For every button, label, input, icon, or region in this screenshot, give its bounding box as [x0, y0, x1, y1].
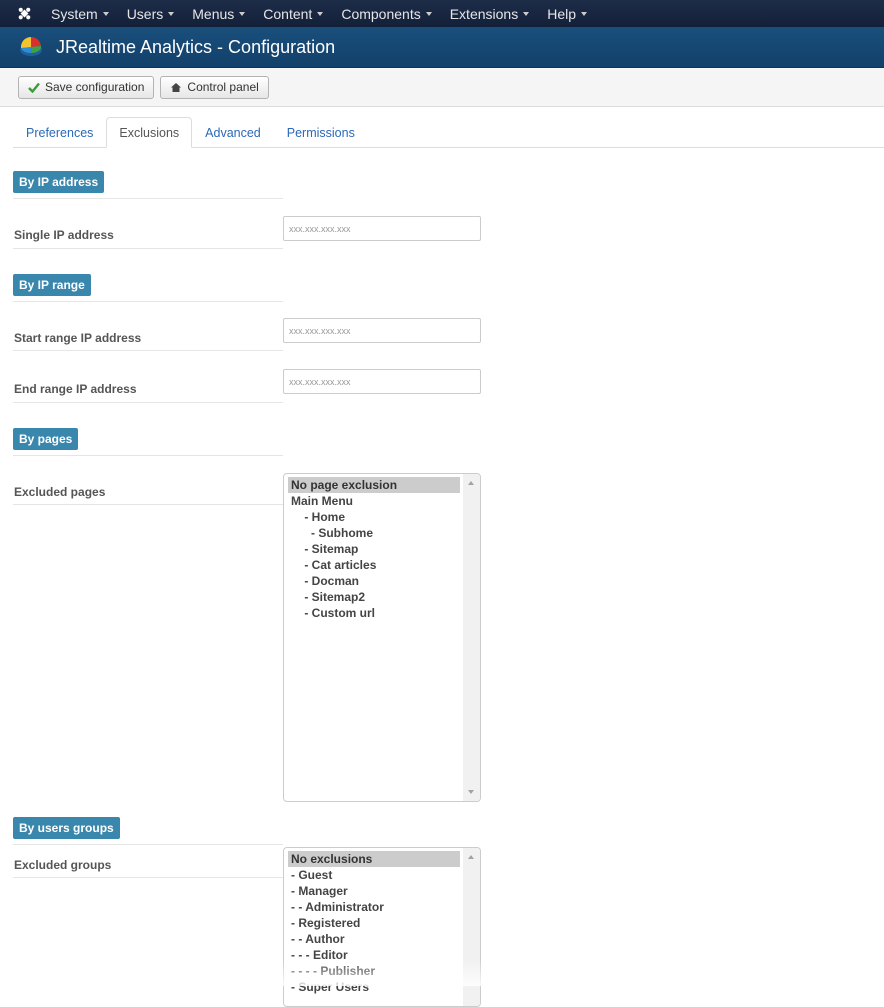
group-option[interactable]: - - - - Publisher — [288, 963, 460, 979]
start-range-input[interactable]: xxx.xxx.xxx.xxx — [283, 318, 481, 343]
input-placeholder: xxx.xxx.xxx.xxx — [289, 223, 351, 234]
single-ip-input[interactable]: xxx.xxx.xxx.xxx — [283, 216, 481, 241]
group-option[interactable]: - - Administrator — [288, 899, 460, 915]
groups-options: No exclusions - Guest - Manager - - Adminis… — [288, 851, 460, 995]
menu-users[interactable]: Users — [118, 0, 184, 27]
input-placeholder: xxx.xxx.xxx.xxx — [289, 325, 351, 336]
divider — [13, 301, 283, 302]
divider — [13, 504, 283, 505]
control-panel-button[interactable]: Control panel — [160, 75, 269, 99]
section-heading: By pages — [13, 428, 79, 450]
group-option[interactable]: - - - Editor — [288, 947, 460, 963]
toolbar: Save configuration Control panel — [0, 68, 884, 107]
page-option[interactable]: - Custom url — [288, 605, 460, 621]
input-placeholder: xxx.xxx.xxx.xxx — [289, 376, 351, 387]
save-configuration-button[interactable]: Save configuration — [18, 75, 155, 99]
page-header: JRealtime Analytics - Configuration — [0, 27, 884, 68]
caret-down-icon — [425, 11, 432, 16]
caret-down-icon — [168, 11, 175, 16]
scroll-up-icon[interactable] — [468, 855, 474, 859]
scroll-down-icon[interactable] — [468, 790, 474, 794]
tab-advanced[interactable]: Advanced — [192, 117, 274, 148]
button-label: Control panel — [187, 80, 259, 94]
config-tabs: Preferences Exclusions Advanced Permissi… — [13, 107, 884, 148]
section-heading: By IP range — [13, 274, 91, 296]
menu-content[interactable]: Content — [254, 0, 332, 27]
group-option[interactable]: - Manager — [288, 883, 460, 899]
section-pages: By pages — [13, 428, 79, 450]
section-ip-address: By IP address — [13, 171, 105, 193]
home-icon — [170, 82, 182, 93]
page-option[interactable]: - Subhome — [288, 525, 460, 541]
group-option[interactable]: - Guest — [288, 867, 460, 883]
menu-label: Help — [547, 5, 576, 22]
section-heading: By IP address — [13, 171, 105, 193]
menu-extensions[interactable]: Extensions — [441, 0, 538, 27]
listbox-scrollbar[interactable] — [463, 848, 480, 1006]
top-navbar: System Users Menus Content Components Ex… — [0, 0, 884, 27]
excluded-groups-label: Excluded groups — [14, 858, 112, 872]
menu-label: Components — [341, 5, 421, 22]
group-option[interactable]: No exclusions — [288, 851, 460, 867]
page-option[interactable]: - Home — [288, 509, 460, 525]
group-option[interactable]: - - Author — [288, 931, 460, 947]
menu-components[interactable]: Components — [332, 0, 440, 27]
start-range-label: Start range IP address — [14, 331, 142, 345]
menu-label: Content — [263, 5, 313, 22]
menu-label: System — [51, 5, 98, 22]
caret-down-icon — [239, 11, 246, 16]
caret-down-icon — [581, 11, 587, 16]
end-range-label: End range IP address — [14, 382, 137, 396]
analytics-pie-icon — [18, 33, 46, 61]
excluded-groups-select[interactable]: No exclusions - Guest - Manager - - Adminis… — [283, 847, 481, 1007]
joomla-logo-icon[interactable] — [11, 0, 38, 27]
tab-preferences[interactable]: Preferences — [13, 117, 106, 148]
excluded-pages-label: Excluded pages — [14, 485, 106, 499]
page-option[interactable]: - Sitemap2 — [288, 589, 460, 605]
caret-down-icon — [523, 11, 530, 16]
page-option[interactable]: - Cat articles — [288, 557, 460, 573]
single-ip-label: Single IP address — [14, 228, 114, 242]
divider — [13, 248, 283, 249]
end-range-input[interactable]: xxx.xxx.xxx.xxx — [283, 369, 481, 394]
scroll-up-icon[interactable] — [468, 481, 474, 485]
group-option[interactable]: - Super Users — [288, 979, 460, 995]
listbox-scrollbar[interactable] — [463, 474, 480, 801]
page-option[interactable]: - Docman — [288, 573, 460, 589]
menu-help[interactable]: Help — [538, 0, 596, 27]
page-title: JRealtime Analytics - Configuration — [56, 36, 336, 57]
menu-system[interactable]: System — [42, 0, 118, 27]
menu-label: Menus — [192, 5, 235, 22]
tab-permissions[interactable]: Permissions — [274, 117, 368, 148]
excluded-pages-select[interactable]: No page exclusion Main Menu - Home - Subh… — [283, 473, 481, 802]
group-option[interactable]: - Registered — [288, 915, 460, 931]
divider — [13, 402, 283, 403]
section-heading: By users groups — [13, 817, 120, 839]
divider — [13, 455, 283, 456]
page-option[interactable]: Main Menu — [288, 493, 460, 509]
page-option[interactable]: No page exclusion — [288, 477, 460, 493]
section-groups: By users groups — [13, 817, 120, 839]
menu-label: Users — [126, 5, 164, 22]
caret-down-icon — [317, 11, 324, 16]
divider — [13, 350, 283, 351]
caret-down-icon — [102, 11, 109, 16]
pages-options: No page exclusion Main Menu - Home - Subh… — [288, 477, 460, 621]
divider — [13, 198, 283, 199]
divider — [13, 844, 283, 845]
button-label: Save configuration — [45, 80, 145, 94]
checkmark-icon — [28, 82, 40, 93]
section-ip-range: By IP range — [13, 274, 91, 296]
menu-menus[interactable]: Menus — [183, 0, 254, 27]
divider — [13, 877, 283, 878]
page-option[interactable]: - Sitemap — [288, 541, 460, 557]
menu-label: Extensions — [449, 5, 519, 22]
tab-exclusions[interactable]: Exclusions — [106, 117, 193, 148]
